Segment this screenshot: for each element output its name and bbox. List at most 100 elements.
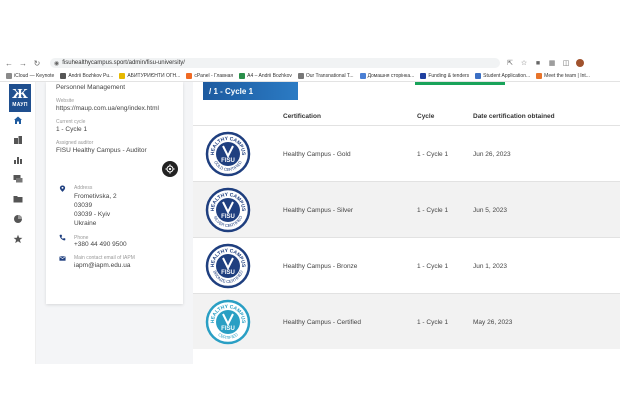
green-accent-bar	[415, 82, 505, 85]
bookmark-item[interactable]: Домашня сторінка...	[359, 72, 415, 79]
certification-badge-icon: HEALTHY CAMPUS BRONZE CERTIFIED FISU	[205, 243, 251, 289]
puzzle-icon[interactable]: ▦	[548, 59, 556, 67]
cell-certification: Healthy Campus - Silver	[283, 207, 354, 214]
cell-cycle: 1 - Cycle 1	[417, 151, 449, 158]
bar-chart-icon[interactable]	[12, 154, 24, 166]
bookmark-item[interactable]: A4 – Andrii Bozhkov	[239, 72, 292, 79]
certification-badge-icon: HEALTHY CAMPUS SILVER CERTIFIED FISU	[205, 187, 251, 233]
address-line: 03039 - Kyiv	[74, 211, 111, 218]
svg-text:FISU: FISU	[221, 214, 235, 220]
cell-certification: Healthy Campus - Bronze	[283, 263, 358, 270]
locate-button[interactable]	[162, 161, 178, 177]
browser-toolbar: ← → ↻ ◉ fisuhealthycampus.sport/admin/fi…	[0, 56, 620, 70]
location-pin-icon	[58, 184, 66, 192]
table-row[interactable]: HEALTHY CAMPUS GOLD CERTIFIED FISU Healthy …	[193, 125, 620, 181]
current-cycle-label: Current cycle	[56, 119, 86, 125]
table-row[interactable]: HEALTHY CAMPUS SILVER CERTIFIED FISU Health…	[193, 181, 620, 237]
table-row[interactable]: HEALTHY CAMPUS BRONZE CERTIFIED FISU Health…	[193, 237, 620, 293]
crosshair-icon	[165, 164, 175, 174]
bookmark-item[interactable]: Student Application...	[475, 72, 531, 79]
bookmark-star-icon[interactable]: ☆	[520, 59, 528, 67]
svg-text:FISU: FISU	[221, 326, 235, 332]
bookmark-label: cPanel - Главная	[194, 72, 234, 79]
bookmark-favicon-icon	[536, 72, 543, 79]
certification-badge-icon: HEALTHY CAMPUS GOLD CERTIFIED FISU	[205, 131, 251, 177]
folder-icon[interactable]	[12, 193, 24, 205]
column-header-cycle: Cycle	[417, 113, 435, 120]
home-icon[interactable]	[12, 114, 24, 126]
website-label: Website	[56, 98, 74, 104]
forward-icon[interactable]: →	[18, 58, 28, 68]
bookmark-label: Student Application...	[483, 72, 531, 79]
bookmark-favicon-icon	[186, 72, 193, 79]
certification-badge-icon: HEALTHY CAMPUS CERTIFIED FISU	[205, 299, 251, 345]
cell-certification: Healthy Campus - Gold	[283, 151, 351, 158]
back-icon[interactable]: ←	[4, 58, 14, 68]
bookmark-favicon-icon	[420, 72, 427, 79]
address-line: Ukraine	[74, 220, 97, 227]
bookmark-item[interactable]: Meet the team | Int...	[536, 72, 590, 79]
bookmark-item[interactable]: iCloud — Keynote	[6, 72, 55, 79]
university-info-card: Personnel Management Website https://mau…	[46, 82, 183, 304]
bookmark-favicon-icon	[359, 72, 366, 79]
email-value[interactable]: iapm@iapm.edu.ua	[74, 262, 130, 271]
bookmark-item[interactable]: Andrii Bozhkov Pu...	[60, 72, 113, 79]
bookmark-favicon-icon	[239, 72, 246, 79]
profile-avatar[interactable]	[576, 59, 584, 67]
star-icon[interactable]	[12, 233, 24, 245]
bookmark-item[interactable]: АБИТУРИЄНТИ ОГН...	[119, 72, 180, 79]
cell-certification: Healthy Campus - Certified	[283, 319, 362, 326]
certifications-panel: / 1 - Cycle 1 Certification Cycle Date c…	[193, 82, 620, 364]
sidebar: Ж МАУП	[0, 82, 36, 364]
app-area: Ж МАУП Personnel Management Website http…	[0, 82, 620, 364]
site-info-icon[interactable]: ◉	[54, 60, 59, 67]
page-footer-area	[0, 364, 620, 420]
bookmark-label: Домашня сторінка...	[367, 72, 415, 79]
svg-text:FISU: FISU	[221, 158, 235, 164]
email-label: Main contact email of IAPM	[74, 255, 135, 261]
auditor-value: FISU Healthy Campus - Auditor	[56, 147, 147, 154]
university-logo[interactable]: Ж МАУП	[9, 84, 31, 112]
cell-date: Jun 26, 2023	[473, 151, 511, 158]
bookmark-favicon-icon	[119, 72, 126, 79]
logo-emblem-icon: Ж	[12, 87, 28, 101]
buildings-icon[interactable]	[12, 134, 24, 146]
address-line: Frometivska, 2	[74, 193, 117, 200]
university-name: Personnel Management	[56, 84, 126, 91]
extension-icon[interactable]: ■	[534, 59, 542, 67]
bookmark-item[interactable]: Our Transnational T...	[297, 72, 354, 79]
cycle-banner: / 1 - Cycle 1	[203, 82, 298, 100]
url-text: fisuhealthycampus.sport/admin/fisu-unive…	[62, 60, 185, 66]
phone-icon	[58, 233, 66, 241]
svg-text:FISU: FISU	[221, 270, 235, 276]
cell-cycle: 1 - Cycle 1	[417, 263, 449, 270]
cell-date: Jun 5, 2023	[473, 207, 507, 214]
bookmark-item[interactable]: cPanel - Главная	[186, 72, 234, 79]
chat-icon[interactable]	[12, 173, 24, 185]
pie-chart-icon[interactable]	[12, 213, 24, 225]
bookmark-favicon-icon	[297, 72, 304, 79]
phone-value: +380 44 490 9500	[74, 241, 127, 248]
bookmark-label: iCloud — Keynote	[14, 72, 55, 79]
bookmark-label: Meet the team | Int...	[544, 72, 590, 79]
address-bar[interactable]: ◉ fisuhealthycampus.sport/admin/fisu-uni…	[50, 58, 500, 68]
logo-text: МАУП	[12, 102, 28, 108]
column-header-certification: Certification	[283, 113, 321, 120]
cell-date: Jun 1, 2023	[473, 263, 507, 270]
bookmark-item[interactable]: Funding & tenders	[420, 72, 470, 79]
cell-date: May 26, 2023	[473, 319, 513, 326]
share-icon[interactable]: ⇱	[506, 59, 514, 67]
bookmark-label: Funding & tenders	[428, 72, 470, 79]
bookmark-favicon-icon	[475, 72, 482, 79]
website-link[interactable]: https://maup.com.ua/eng/index.html	[56, 105, 159, 112]
reload-icon[interactable]: ↻	[32, 58, 42, 68]
bookmark-label: A4 – Andrii Bozhkov	[247, 72, 292, 79]
cell-cycle: 1 - Cycle 1	[417, 207, 449, 214]
address-label: Address	[74, 185, 93, 191]
bookmark-favicon-icon	[60, 72, 67, 79]
sidepanel-icon[interactable]: ◫	[562, 59, 570, 67]
table-row[interactable]: HEALTHY CAMPUS CERTIFIED FISU Healthy Campu…	[193, 293, 620, 349]
current-cycle-value: 1 - Cycle 1	[56, 126, 88, 133]
bookmark-favicon-icon	[6, 72, 12, 79]
bookmarks-bar: iCloud — Keynote Andrii Bozhkov Pu... АБИТ…	[0, 70, 620, 82]
